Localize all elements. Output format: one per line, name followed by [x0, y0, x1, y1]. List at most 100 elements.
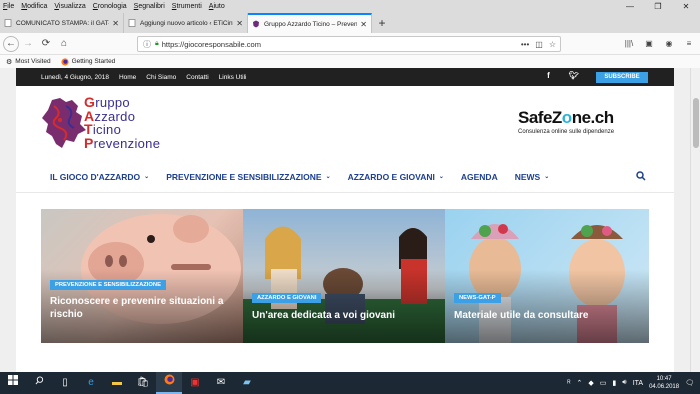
card-title[interactable]: Un'area dedicata a voi giovani: [252, 310, 395, 323]
new-tab-button[interactable]: +: [372, 13, 392, 33]
nav-news[interactable]: NEWS ⌄: [515, 172, 550, 182]
app-icon[interactable]: ▰: [234, 372, 260, 394]
menu-bar: File Modifica Visualizza Cronologia Segn…: [0, 0, 700, 13]
nav-azzardo-giovani[interactable]: AZZARDO E GIOVANI ⌄: [348, 172, 444, 182]
search-icon[interactable]: [636, 171, 646, 184]
site-logo-text[interactable]: Gruppo Azzardo Ticino Prevenzione: [84, 95, 161, 151]
clock-time: 10:47: [656, 376, 672, 382]
page-scrollbar[interactable]: [690, 68, 700, 372]
minimize-button[interactable]: —: [616, 0, 644, 13]
clock[interactable]: 10:47 04.06.2018: [649, 375, 679, 391]
tab-comunicato[interactable]: COMUNICATO STAMPA: il GAT-P ✕: [0, 13, 124, 33]
store-icon[interactable]: 🛍︎: [130, 372, 156, 394]
battery-icon[interactable]: ▮: [612, 379, 616, 387]
nav-toolbar: ← → ⟳ ⌂ ⓘ 🔒︎ https://giocoresponsabile.c…: [0, 33, 700, 55]
topnav-links-utili[interactable]: Links Utili: [219, 74, 247, 81]
hamburger-menu-icon[interactable]: ≡: [682, 35, 696, 53]
lock-icon[interactable]: 🔒︎: [155, 40, 159, 48]
bookmark-label: Most Visited: [15, 58, 51, 65]
category-badge[interactable]: AZZARDO E GIOVANI: [252, 293, 322, 303]
topnav-contatti[interactable]: Contatti: [186, 74, 208, 81]
nav-agenda[interactable]: AGENDA: [461, 172, 498, 182]
system-tray: ᴿ ⌃ ◆ ▭ ▮ 🔊︎ ITA 10:47 04.06.2018 🗨︎: [567, 372, 694, 394]
sidebar-icon[interactable]: ▣: [642, 35, 656, 53]
menu-visualizza[interactable]: Visualizza: [54, 3, 85, 10]
edge-icon[interactable]: e: [78, 372, 104, 394]
network-icon[interactable]: ▭: [600, 379, 607, 387]
close-tab-icon[interactable]: ✕: [112, 19, 119, 28]
safezone-tagline: Consulenza online sulle dipendenze: [518, 129, 615, 135]
menu-strumenti[interactable]: Strumenti: [172, 3, 202, 10]
notifications-icon[interactable]: 🗨︎: [685, 379, 694, 387]
mail-icon[interactable]: ✉: [208, 372, 234, 394]
gift-icon[interactable]: ▣: [182, 372, 208, 394]
close-tab-icon[interactable]: ✕: [360, 20, 367, 29]
reload-button[interactable]: ⟳: [37, 35, 55, 53]
url-bar[interactable]: ⓘ 🔒︎ https://giocoresponsabile.com ••• ◫…: [137, 36, 561, 52]
category-badge[interactable]: PREVENZIONE E SENSIBILIZZAZIONE: [50, 280, 166, 290]
file-explorer-icon[interactable]: ▬: [104, 372, 130, 394]
account-icon[interactable]: ◉: [662, 35, 676, 53]
close-window-button[interactable]: ✕: [672, 0, 700, 13]
dropbox-icon[interactable]: ◆: [588, 379, 593, 387]
date-text: Lunedì, 4 Giugno, 2018: [41, 73, 109, 81]
menu-file[interactable]: File: [3, 3, 14, 10]
facebook-icon[interactable]: f: [547, 71, 550, 80]
safezone-banner[interactable]: SafeZone.ch Consulenza online sulle dipe…: [518, 108, 614, 135]
firefox-icon[interactable]: [156, 372, 182, 394]
menu-cronologia[interactable]: Cronologia: [93, 3, 127, 10]
twitter-icon[interactable]: 🐦︎: [569, 71, 579, 80]
chevron-up-icon[interactable]: ⌃: [577, 379, 583, 387]
featured-card[interactable]: PREVENZIONE E SENSIBILIZZAZIONE Riconosc…: [41, 209, 243, 343]
nav-prevenzione[interactable]: PREVENZIONE E SENSIBILIZZAZIONE ⌄: [166, 172, 330, 182]
tab-title: Aggiungi nuovo articolo ‹ ETiCinforma: [140, 19, 233, 27]
tab-title: Gruppo Azzardo Ticino – Prevenzione: [264, 20, 358, 28]
nav-gioco-azzardo[interactable]: IL GIOCO D'AZZARDO ⌄: [50, 172, 149, 182]
topnav-home[interactable]: Home: [119, 74, 136, 81]
back-button[interactable]: ←: [3, 35, 19, 52]
website: Lunedì, 4 Giugno, 2018 Home Chi Siamo Co…: [16, 68, 674, 372]
back-arrow-icon: ←: [6, 37, 16, 49]
logo-line: Prevenzione: [84, 134, 161, 151]
page-actions-icon[interactable]: •••: [521, 40, 529, 49]
pocket-icon[interactable]: ◫: [535, 40, 543, 49]
featured-grid: PREVENZIONE E SENSIBILIZZAZIONE Riconosc…: [41, 209, 649, 343]
windows-start-icon[interactable]: [0, 372, 26, 394]
bookmark-getting-started[interactable]: Getting Started: [60, 57, 115, 66]
forward-button[interactable]: →: [19, 35, 37, 53]
chevron-down-icon: ⌄: [325, 174, 331, 180]
ticino-map-logo-icon[interactable]: [42, 98, 88, 150]
subscribe-button[interactable]: SUBSCRIBE: [596, 72, 648, 83]
menu-modifica[interactable]: Modifica: [21, 3, 47, 10]
site-header: Gruppo Azzardo Ticino Prevenzione SafeZo…: [16, 86, 674, 161]
volume-icon[interactable]: 🔊︎: [622, 379, 626, 387]
tab-aggiungi-articolo[interactable]: Aggiungi nuovo articolo ‹ ETiCinforma ✕: [124, 13, 248, 33]
featured-card[interactable]: NEWS-GAT-P Materiale utile da consultare: [445, 209, 649, 343]
close-tab-icon[interactable]: ✕: [236, 19, 243, 28]
home-button[interactable]: ⌂: [55, 35, 73, 53]
card-title[interactable]: Riconoscere e prevenire situazioni a ris…: [50, 296, 235, 321]
card-title[interactable]: Materiale utile da consultare: [454, 310, 589, 323]
restore-button[interactable]: ❐: [644, 0, 672, 13]
menu-aiuto[interactable]: Aiuto: [209, 3, 225, 10]
tab-gruppo-azzardo[interactable]: Gruppo Azzardo Ticino – Prevenzione ✕: [248, 13, 372, 33]
featured-card[interactable]: AZZARDO E GIOVANI Un'area dedicata a voi…: [243, 209, 445, 343]
task-view-icon[interactable]: ▯: [52, 372, 78, 394]
library-icon[interactable]: |||\: [622, 35, 636, 53]
window-controls: — ❐ ✕: [616, 0, 700, 13]
toolbar-right: |||\ ▣ ◉ ≡: [622, 35, 696, 53]
safezone-logo: SafeZone.ch: [518, 108, 614, 127]
menu-segnalibri[interactable]: Segnalibri: [134, 3, 165, 10]
bookmark-star-icon[interactable]: ☆: [549, 40, 556, 49]
url-actions: ••• ◫ ☆: [521, 37, 556, 51]
page-icon: [128, 19, 136, 27]
person-icon[interactable]: ᴿ: [567, 380, 570, 387]
bookmark-most-visited[interactable]: ⚙ Most Visited: [6, 58, 51, 66]
info-icon[interactable]: ⓘ: [143, 39, 151, 50]
category-badge[interactable]: NEWS-GAT-P: [454, 293, 501, 303]
language-indicator[interactable]: ITA: [633, 380, 643, 387]
chevron-down-icon: ⌄: [544, 174, 550, 180]
scrollbar-thumb[interactable]: [693, 98, 699, 148]
search-icon[interactable]: [26, 372, 52, 394]
topnav-chi-siamo[interactable]: Chi Siamo: [146, 74, 176, 81]
